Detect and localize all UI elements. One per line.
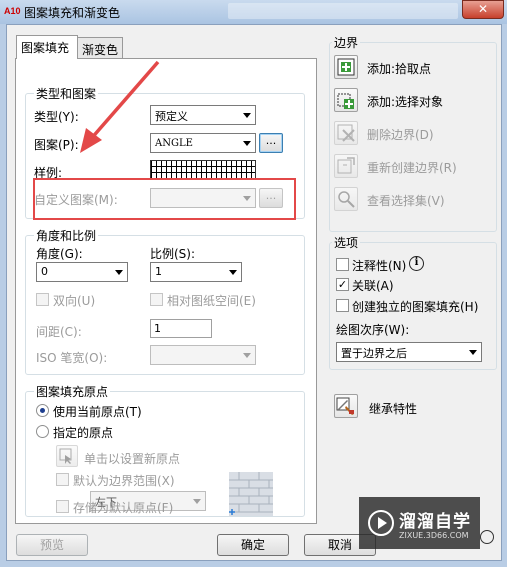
watermark: 溜溜自学 ZIXUE.3D66.COM bbox=[359, 497, 480, 549]
annotation-arrow bbox=[80, 60, 160, 153]
play-logo-icon bbox=[368, 510, 394, 536]
watermark-brand: 溜溜自学 bbox=[399, 512, 471, 532]
tab-hatch[interactable]: 图案填充 bbox=[16, 35, 78, 59]
watermark-url: ZIXUE.3D66.COM bbox=[399, 531, 469, 540]
help-icon[interactable] bbox=[480, 530, 494, 544]
